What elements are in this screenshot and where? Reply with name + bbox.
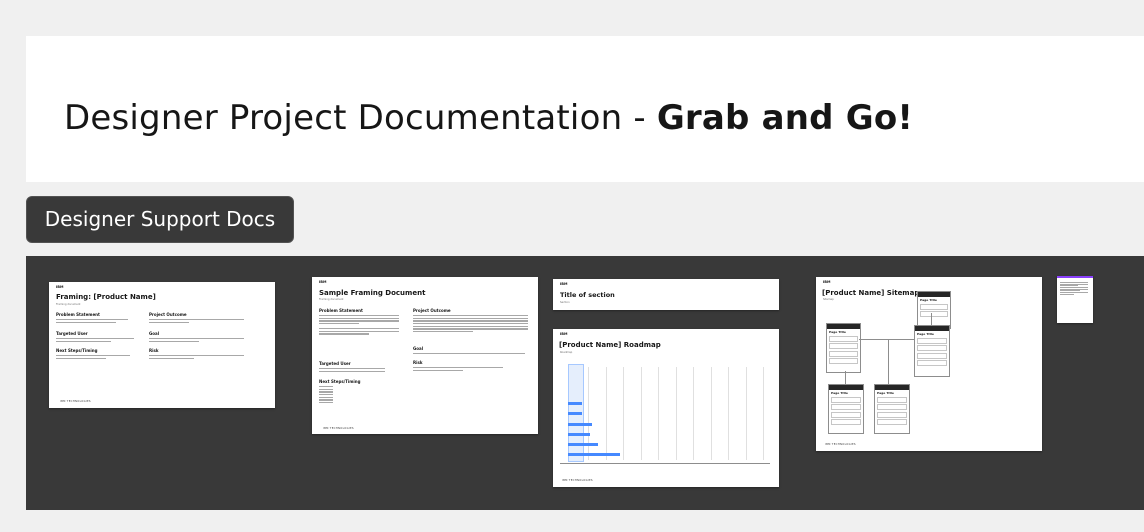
doc-title: Framing: [Product Name] (56, 293, 156, 301)
section-heading: Risk (149, 348, 159, 353)
doc-subtitle: Framing document (319, 298, 344, 301)
doc-title: [Product Name] Sitemap (822, 289, 920, 297)
ibm-logo: IBM (319, 280, 327, 284)
framing-doc-frame[interactable]: IBM Framing: [Product Name] Framing docu… (49, 282, 275, 408)
docs-canvas: IBM Framing: [Product Name] Framing docu… (26, 256, 1144, 510)
title-card: Designer Project Documentation - Grab an… (26, 36, 1144, 182)
doc-title: Sample Framing Document (319, 289, 426, 297)
doc-subtitle: Sitemap (823, 298, 834, 301)
section-label[interactable]: Designer Support Docs (26, 196, 294, 243)
section-heading: Goal (413, 346, 424, 351)
section-heading: Problem Statement (319, 308, 363, 313)
section-heading: Next Steps/Timing (319, 379, 361, 384)
sitemap-page-box: Page Title (828, 384, 864, 434)
ibm-logo: IBM (823, 280, 831, 284)
doc-footer: IBM TECHNOLOGIES (60, 400, 91, 403)
doc-footer: IBM TECHNOLOGIES (323, 427, 354, 430)
doc-subtitle: Framing document (56, 303, 81, 306)
doc-subtitle: Section (560, 301, 570, 304)
section-heading: Risk (413, 360, 423, 365)
sitemap-page-box: Page Title (874, 384, 910, 434)
section-heading: Project Outcome (413, 308, 451, 313)
section-heading: Goal (149, 331, 160, 336)
section-heading: Targeted User (319, 361, 351, 366)
sitemap-page-box: Page Title (917, 291, 951, 329)
section-heading: Project Outcome (149, 312, 187, 317)
section-heading: Next Steps/Timing (56, 348, 98, 353)
roadmap-doc-frame[interactable]: IBM [Product Name] Roadmap Roadmap IBM T… (553, 329, 779, 487)
sitemap-page-box: Page Title (914, 325, 950, 377)
ibm-logo: IBM (560, 332, 568, 336)
doc-thumbnail[interactable] (1057, 276, 1093, 323)
section-heading: Problem Statement (56, 312, 100, 317)
doc-subtitle: Roadmap (560, 351, 573, 354)
doc-footer: IBM TECHNOLOGIES (825, 443, 856, 446)
section-heading: Targeted User (56, 331, 88, 336)
ibm-logo: IBM (560, 282, 568, 286)
page-title: Designer Project Documentation - Grab an… (64, 98, 913, 138)
page-title-regular: Designer Project Documentation - (64, 98, 657, 138)
section-title-frame[interactable]: IBM Title of section Section (553, 279, 779, 310)
doc-footer: IBM TECHNOLOGIES (562, 479, 593, 482)
doc-title: [Product Name] Roadmap (559, 341, 661, 349)
sample-framing-doc-frame[interactable]: IBM Sample Framing Document Framing docu… (312, 277, 538, 434)
doc-title: Title of section (560, 291, 615, 299)
ibm-logo: IBM (56, 285, 64, 289)
page-title-bold: Grab and Go! (656, 98, 914, 138)
sitemap-doc-frame[interactable]: IBM [Product Name] Sitemap Sitemap Page … (816, 277, 1042, 451)
sitemap-page-box: Page Title (826, 323, 861, 373)
